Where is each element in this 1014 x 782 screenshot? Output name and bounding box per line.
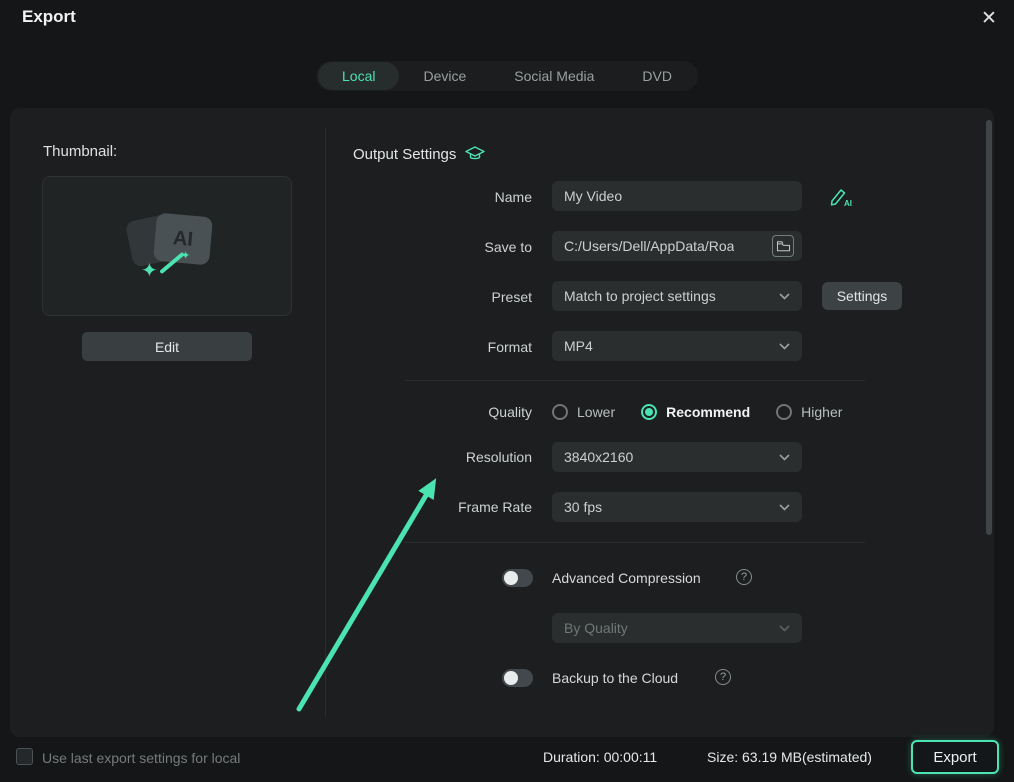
browse-folder-icon[interactable] [772,235,794,257]
dialog-title: Export [22,7,76,26]
radio-recommend[interactable]: Recommend [641,404,750,420]
save-to-input[interactable]: C:/Users/Dell/AppData/Roa [552,231,802,261]
help-icon[interactable]: ? [736,569,752,585]
export-button[interactable]: Export [911,740,999,774]
sparkle-icon: ✦ [141,260,158,282]
help-icon[interactable]: ? [715,669,731,685]
divider [405,380,865,381]
divider [405,542,865,543]
radio-lower[interactable]: Lower [552,404,615,420]
name-input[interactable]: My Video [552,181,802,211]
preset-label: Preset [491,289,532,305]
ai-rename-icon[interactable]: AI [828,184,854,210]
export-target-tabs: Local Device Social Media DVD [316,61,698,91]
tab-local[interactable]: Local [318,62,400,90]
backup-cloud-toggle[interactable] [502,669,533,687]
radio-higher[interactable]: Higher [776,404,842,420]
use-last-settings-label: Use last export settings for local [42,750,241,766]
vertical-divider [325,128,326,717]
tab-dvd[interactable]: DVD [618,62,696,90]
format-dropdown[interactable]: MP4 [552,331,802,361]
frame-rate-dropdown[interactable]: 30 fps [552,492,802,522]
advanced-compression-label: Advanced Compression [552,570,701,586]
chevron-down-icon [779,503,790,511]
preset-settings-button[interactable]: Settings [822,282,902,310]
quality-radio-group: Lower Recommend Higher [552,400,842,424]
chevron-down-icon [779,624,790,632]
scrollbar-thumb[interactable] [986,120,992,535]
edit-thumbnail-button[interactable]: Edit [82,332,252,361]
export-settings-panel: Thumbnail: AI ✦ ✦ Edit Output Settings N… [10,108,994,737]
svg-text:AI: AI [844,199,852,208]
radio-circle-icon [552,404,568,420]
preset-dropdown[interactable]: Match to project settings [552,281,802,311]
chevron-down-icon [779,342,790,350]
backup-cloud-label: Backup to the Cloud [552,670,679,686]
frame-rate-label: Frame Rate [458,499,532,515]
format-label: Format [487,339,532,355]
thumbnail-label: Thumbnail: [43,143,118,160]
graduation-cap-icon [465,146,486,163]
sparkle-icon: ✦ [181,250,191,262]
radio-circle-icon [776,404,793,420]
save-to-label: Save to [484,239,532,255]
tab-social-media[interactable]: Social Media [490,62,618,90]
use-last-settings-checkbox[interactable] [16,748,33,765]
output-settings-header: Output Settings [353,146,486,163]
duration-text: Duration: 00:00:11 [543,749,658,765]
advanced-compression-toggle[interactable] [502,569,533,587]
size-text: Size: 63.19 MB(estimated) [707,749,872,765]
output-settings-title: Output Settings [353,146,457,163]
name-label: Name [494,189,532,205]
resolution-label: Resolution [465,449,532,465]
thumbnail-preview: AI ✦ ✦ [42,176,292,316]
compression-mode-dropdown[interactable]: By Quality [552,613,802,643]
quality-label: Quality [488,404,532,420]
close-icon[interactable]: ✕ [974,3,1004,33]
resolution-dropdown[interactable]: 3840x2160 [552,442,802,472]
tab-device[interactable]: Device [399,62,490,90]
chevron-down-icon [779,453,790,461]
chevron-down-icon [779,292,790,300]
radio-circle-icon [641,404,658,420]
